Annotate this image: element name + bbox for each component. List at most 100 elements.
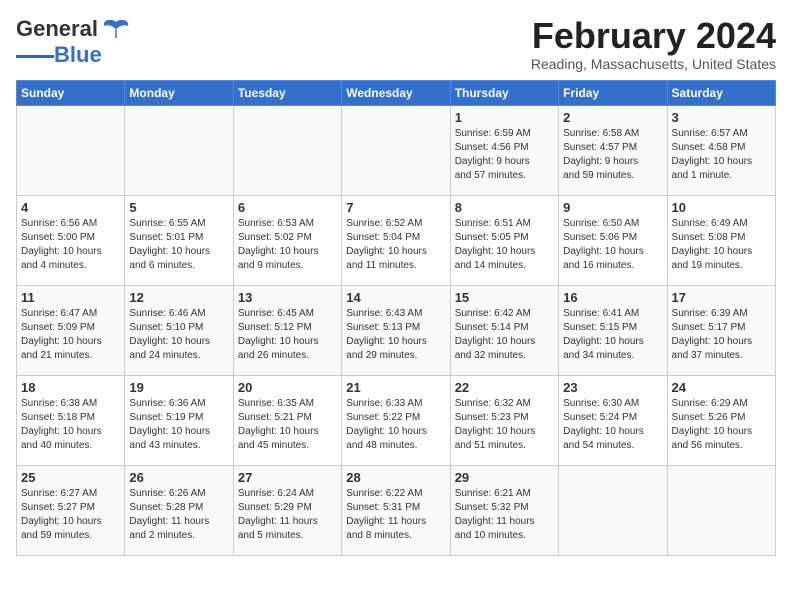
calendar-cell: 3 Sunrise: 6:57 AM Sunset: 4:58 PM Daylig… (667, 105, 775, 195)
cell-content: Sunrise: 6:30 AM Sunset: 5:24 PM Dayligh… (563, 397, 662, 453)
day-number: 12 (129, 290, 228, 305)
cell-content: Sunrise: 6:33 AM Sunset: 5:22 PM Dayligh… (346, 397, 445, 453)
day-number: 11 (21, 290, 120, 305)
day-number: 17 (672, 290, 771, 305)
day-number: 1 (455, 110, 554, 125)
calendar-cell: 10 Sunrise: 6:49 AM Sunset: 5:08 PM Dayli… (667, 195, 775, 285)
logo-general: General (16, 16, 98, 42)
cell-content: Sunrise: 6:55 AM Sunset: 5:01 PM Dayligh… (129, 217, 228, 273)
cell-content: Sunrise: 6:58 AM Sunset: 4:57 PM Dayligh… (563, 127, 662, 183)
cell-content: Sunrise: 6:49 AM Sunset: 5:08 PM Dayligh… (672, 217, 771, 273)
calendar-week-row: 1 Sunrise: 6:59 AM Sunset: 4:56 PM Daylig… (17, 105, 776, 195)
day-number: 4 (21, 200, 120, 215)
calendar-cell: 20 Sunrise: 6:35 AM Sunset: 5:21 PM Dayli… (233, 375, 341, 465)
cell-content: Sunrise: 6:24 AM Sunset: 5:29 PM Dayligh… (238, 487, 337, 543)
cell-content: Sunrise: 6:42 AM Sunset: 5:14 PM Dayligh… (455, 307, 554, 363)
day-number: 5 (129, 200, 228, 215)
logo-bird-icon (102, 18, 130, 40)
calendar-cell: 24 Sunrise: 6:29 AM Sunset: 5:26 PM Dayli… (667, 375, 775, 465)
day-number: 7 (346, 200, 445, 215)
calendar-cell: 27 Sunrise: 6:24 AM Sunset: 5:29 PM Dayli… (233, 465, 341, 555)
day-number: 2 (563, 110, 662, 125)
calendar-cell: 8Sunrise: 6:51 AM Sunset: 5:05 PM Daylig… (450, 195, 558, 285)
calendar-cell (559, 465, 667, 555)
calendar-cell: 7 Sunrise: 6:52 AM Sunset: 5:04 PM Daylig… (342, 195, 450, 285)
day-number: 27 (238, 470, 337, 485)
cell-content: Sunrise: 6:26 AM Sunset: 5:28 PM Dayligh… (129, 487, 228, 543)
day-number: 24 (672, 380, 771, 395)
calendar-cell: 26Sunrise: 6:26 AM Sunset: 5:28 PM Dayli… (125, 465, 233, 555)
calendar-cell: 23 Sunrise: 6:30 AM Sunset: 5:24 PM Dayli… (559, 375, 667, 465)
day-number: 28 (346, 470, 445, 485)
day-number: 21 (346, 380, 445, 395)
calendar-cell: 28 Sunrise: 6:22 AM Sunset: 5:31 PM Dayli… (342, 465, 450, 555)
cell-content: Sunrise: 6:43 AM Sunset: 5:13 PM Dayligh… (346, 307, 445, 363)
cell-content: Sunrise: 6:39 AM Sunset: 5:17 PM Dayligh… (672, 307, 771, 363)
month-title: February 2024 (531, 16, 776, 56)
cell-content: Sunrise: 6:53 AM Sunset: 5:02 PM Dayligh… (238, 217, 337, 273)
calendar-cell: 12Sunrise: 6:46 AM Sunset: 5:10 PM Dayli… (125, 285, 233, 375)
calendar-cell: 1 Sunrise: 6:59 AM Sunset: 4:56 PM Daylig… (450, 105, 558, 195)
cell-content: Sunrise: 6:57 AM Sunset: 4:58 PM Dayligh… (672, 127, 771, 183)
logo: General Blue (16, 16, 130, 68)
day-number: 10 (672, 200, 771, 215)
calendar-cell: 29 Sunrise: 6:21 AM Sunset: 5:32 PM Dayli… (450, 465, 558, 555)
day-number: 25 (21, 470, 120, 485)
weekday-header-friday: Friday (559, 80, 667, 105)
weekday-header-monday: Monday (125, 80, 233, 105)
day-number: 23 (563, 380, 662, 395)
cell-content: Sunrise: 6:32 AM Sunset: 5:23 PM Dayligh… (455, 397, 554, 453)
day-number: 20 (238, 380, 337, 395)
calendar-cell (17, 105, 125, 195)
day-number: 22 (455, 380, 554, 395)
calendar-cell (667, 465, 775, 555)
weekday-header-row: SundayMondayTuesdayWednesdayThursdayFrid… (17, 80, 776, 105)
weekday-header-saturday: Saturday (667, 80, 775, 105)
day-number: 18 (21, 380, 120, 395)
day-number: 29 (455, 470, 554, 485)
calendar-cell: 16 Sunrise: 6:41 AM Sunset: 5:15 PM Dayli… (559, 285, 667, 375)
cell-content: Sunrise: 6:56 AM Sunset: 5:00 PM Dayligh… (21, 217, 120, 273)
cell-content: Sunrise: 6:21 AM Sunset: 5:32 PM Dayligh… (455, 487, 554, 543)
cell-content: Sunrise: 6:45 AM Sunset: 5:12 PM Dayligh… (238, 307, 337, 363)
calendar-cell (233, 105, 341, 195)
calendar-cell: 21 Sunrise: 6:33 AM Sunset: 5:22 PM Dayli… (342, 375, 450, 465)
calendar-cell: 19Sunrise: 6:36 AM Sunset: 5:19 PM Dayli… (125, 375, 233, 465)
cell-content: Sunrise: 6:41 AM Sunset: 5:15 PM Dayligh… (563, 307, 662, 363)
day-number: 14 (346, 290, 445, 305)
cell-content: Sunrise: 6:27 AM Sunset: 5:27 PM Dayligh… (21, 487, 120, 543)
page-header: General Blue February 2024 Reading, Mass… (16, 16, 776, 72)
cell-content: Sunrise: 6:50 AM Sunset: 5:06 PM Dayligh… (563, 217, 662, 273)
cell-content: Sunrise: 6:51 AM Sunset: 5:05 PM Dayligh… (455, 217, 554, 273)
cell-content: Sunrise: 6:35 AM Sunset: 5:21 PM Dayligh… (238, 397, 337, 453)
calendar-week-row: 11 Sunrise: 6:47 AM Sunset: 5:09 PM Dayli… (17, 285, 776, 375)
cell-content: Sunrise: 6:52 AM Sunset: 5:04 PM Dayligh… (346, 217, 445, 273)
calendar-cell: 5 Sunrise: 6:55 AM Sunset: 5:01 PM Daylig… (125, 195, 233, 285)
cell-content: Sunrise: 6:29 AM Sunset: 5:26 PM Dayligh… (672, 397, 771, 453)
title-area: February 2024 Reading, Massachusetts, Un… (531, 16, 776, 72)
cell-content: Sunrise: 6:36 AM Sunset: 5:19 PM Dayligh… (129, 397, 228, 453)
day-number: 3 (672, 110, 771, 125)
calendar-cell: 11 Sunrise: 6:47 AM Sunset: 5:09 PM Dayli… (17, 285, 125, 375)
cell-content: Sunrise: 6:59 AM Sunset: 4:56 PM Dayligh… (455, 127, 554, 183)
weekday-header-thursday: Thursday (450, 80, 558, 105)
cell-content: Sunrise: 6:22 AM Sunset: 5:31 PM Dayligh… (346, 487, 445, 543)
calendar-cell (125, 105, 233, 195)
calendar-cell: 2 Sunrise: 6:58 AM Sunset: 4:57 PM Daylig… (559, 105, 667, 195)
day-number: 16 (563, 290, 662, 305)
calendar-cell: 25 Sunrise: 6:27 AM Sunset: 5:27 PM Dayli… (17, 465, 125, 555)
calendar-week-row: 4 Sunrise: 6:56 AM Sunset: 5:00 PM Daylig… (17, 195, 776, 285)
calendar-cell: 15 Sunrise: 6:42 AM Sunset: 5:14 PM Dayli… (450, 285, 558, 375)
weekday-header-tuesday: Tuesday (233, 80, 341, 105)
calendar-cell: 17 Sunrise: 6:39 AM Sunset: 5:17 PM Dayli… (667, 285, 775, 375)
logo-blue: Blue (54, 42, 102, 68)
location: Reading, Massachusetts, United States (531, 56, 776, 72)
cell-content: Sunrise: 6:47 AM Sunset: 5:09 PM Dayligh… (21, 307, 120, 363)
calendar-table: SundayMondayTuesdayWednesdayThursdayFrid… (16, 80, 776, 556)
day-number: 9 (563, 200, 662, 215)
day-number: 15 (455, 290, 554, 305)
day-number: 6 (238, 200, 337, 215)
cell-content: Sunrise: 6:38 AM Sunset: 5:18 PM Dayligh… (21, 397, 120, 453)
calendar-cell: 9 Sunrise: 6:50 AM Sunset: 5:06 PM Daylig… (559, 195, 667, 285)
calendar-cell: 6 Sunrise: 6:53 AM Sunset: 5:02 PM Daylig… (233, 195, 341, 285)
